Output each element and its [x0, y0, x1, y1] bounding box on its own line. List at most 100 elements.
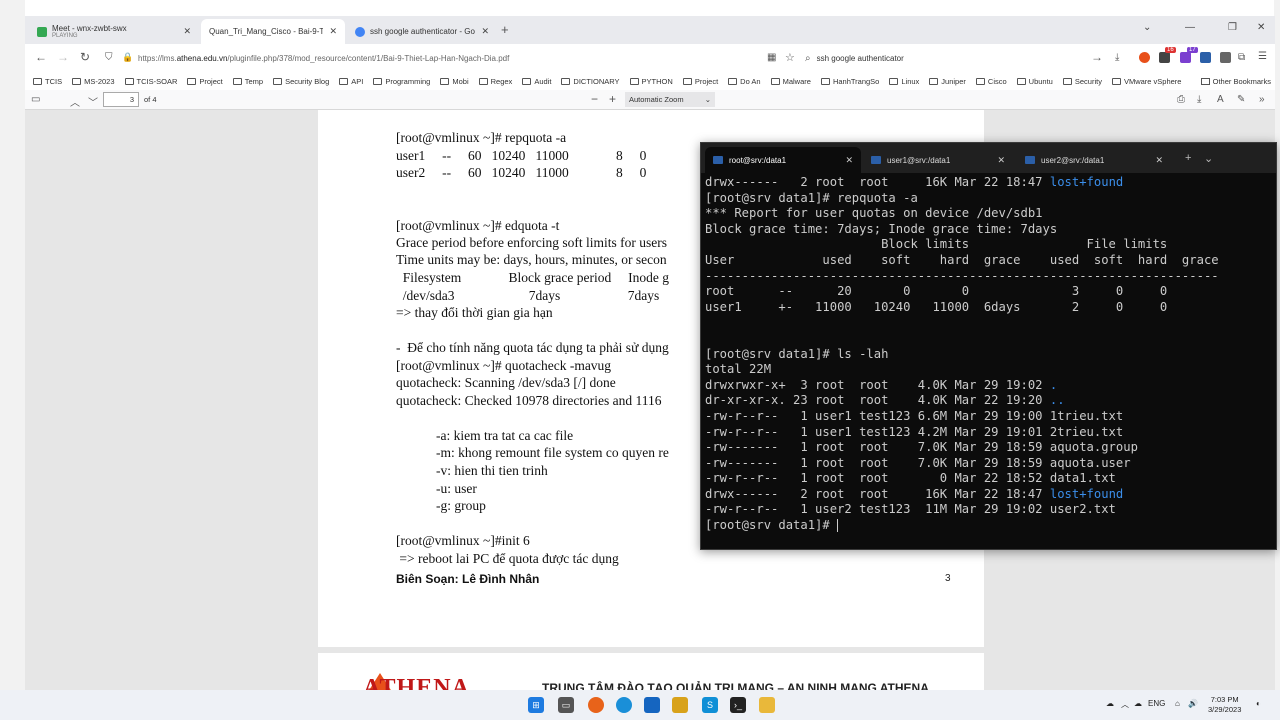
skype-icon[interactable]: S	[702, 697, 718, 713]
bookmark-item[interactable]: Linux	[889, 77, 919, 86]
bookmark-item[interactable]: Ubuntu	[1016, 77, 1053, 86]
close-icon[interactable]: ✕	[997, 155, 1005, 166]
search-input[interactable]: ⌕ ssh google authenticator	[805, 48, 1105, 68]
onedrive-icon[interactable]: ☁	[1134, 699, 1142, 708]
menu-icon[interactable]: ☰	[1258, 51, 1267, 62]
puzzle-icon[interactable]: ⧉	[1238, 52, 1245, 63]
forward-icon[interactable]: →	[57, 50, 69, 64]
chevron-up-icon[interactable]: ︿	[1121, 699, 1129, 710]
task-view-icon[interactable]: ▭	[558, 697, 574, 713]
bookmark-item[interactable]: Programming	[373, 77, 430, 86]
cloud-icon[interactable]: ☁	[1106, 699, 1114, 708]
print-icon[interactable]: ⎙	[1177, 94, 1185, 105]
bookmark-item[interactable]: TCIS	[33, 77, 62, 86]
bookmark-item[interactable]: DICTIONARY	[561, 77, 620, 86]
zoom-in-icon[interactable]: +	[609, 92, 616, 106]
more-tools-icon[interactable]: »	[1259, 94, 1265, 105]
minimize-icon[interactable]: —	[1185, 22, 1195, 33]
language-indicator[interactable]: ENG	[1148, 699, 1165, 708]
extension-icon[interactable]	[1200, 52, 1211, 63]
volume-icon[interactable]: 🔊	[1188, 699, 1198, 708]
next-page-icon[interactable]: ﹀	[88, 94, 98, 109]
other-bookmarks[interactable]: Other Bookmarks	[1200, 72, 1271, 90]
close-icon[interactable]: ✕	[183, 26, 191, 37]
bookmark-item[interactable]: HanhTrangSo	[820, 77, 879, 86]
download-icon[interactable]: ⤓	[1115, 52, 1119, 63]
terminal-tab[interactable]: user2@srv:/data1 ✕	[1017, 147, 1171, 173]
draw-icon[interactable]: ✎	[1237, 94, 1245, 105]
windows-start-icon[interactable]: ⊞	[528, 697, 544, 713]
restore-icon[interactable]: ❐	[1228, 22, 1237, 33]
bookmark-item[interactable]: Cisco	[975, 77, 1007, 86]
back-icon[interactable]: ←	[35, 50, 47, 64]
new-terminal-tab-button[interactable]: +	[1185, 152, 1191, 164]
save-icon[interactable]: ⤓	[1197, 94, 1201, 105]
clock-time: 7:03 PM	[1210, 695, 1239, 704]
close-window-icon[interactable]: ✕	[1257, 22, 1265, 33]
qr-icon[interactable]: ▦	[767, 52, 776, 63]
sidebar-toggle-icon[interactable]: ▭	[31, 94, 40, 105]
terminal-line: drwx------ 2 root root 16K Mar 22 18:47 …	[705, 175, 1124, 189]
extension-icon[interactable]	[1220, 52, 1231, 63]
bookmark-item[interactable]: VMware vSphere	[1111, 77, 1181, 86]
page-number-input[interactable]: 3	[103, 92, 139, 107]
network-icon[interactable]: ⌂	[1175, 699, 1180, 708]
extension-icon[interactable]	[1159, 52, 1170, 63]
bookmark-item[interactable]: Mobi	[440, 77, 469, 86]
bookmark-item[interactable]: MS-2023	[72, 77, 115, 86]
chevron-down-icon[interactable]: ⌄	[1204, 152, 1213, 165]
bookmark-item[interactable]: Juniper	[929, 77, 966, 86]
terminal-line: Block grace time: 7days; Inode grace tim…	[705, 221, 1058, 236]
bookmark-label: Other Bookmarks	[1212, 76, 1271, 86]
bookmark-item[interactable]: Temp	[232, 77, 263, 86]
bookmark-label: Juniper	[941, 76, 966, 86]
bookmark-item[interactable]: Malware	[770, 77, 811, 86]
extension-icon[interactable]	[1180, 52, 1191, 63]
tab-google[interactable]: ssh google authenticator - Goo ✕	[347, 19, 497, 44]
bookmark-label: Project	[694, 76, 719, 86]
bookmark-item[interactable]: Project	[187, 77, 223, 86]
tab-meet[interactable]: Meet - wnx-zwbt-swx PLAYING ✕	[29, 19, 199, 44]
files-icon[interactable]	[672, 697, 688, 713]
close-icon[interactable]: ✕	[329, 26, 337, 37]
bookmark-star-icon[interactable]: ☆	[785, 51, 795, 64]
terminal-window[interactable]: root@srv:/data1 ✕ user1@srv:/data1 ✕ use…	[700, 142, 1277, 550]
shield-icon[interactable]: ⛉	[105, 52, 113, 63]
bookmark-item[interactable]: API	[339, 77, 363, 86]
previous-page-icon[interactable]: ︿	[70, 94, 80, 109]
close-icon[interactable]: ✕	[481, 26, 489, 37]
bookmark-item[interactable]: Project	[682, 76, 719, 86]
bookmark-item[interactable]: Audit	[522, 77, 551, 86]
url-bar[interactable]: 🔒 https://lms. athena.edu.vn/pluginfile.p…	[120, 48, 760, 68]
extension-icon[interactable]	[1139, 52, 1150, 63]
thunderbird-icon[interactable]	[644, 697, 660, 713]
system-clock[interactable]: 7:03 PM 3/29/2023	[1208, 695, 1241, 715]
terminal-output[interactable]: drwx------ 2 root root 16K Mar 22 18:47 …	[705, 175, 1273, 547]
edge-icon[interactable]	[616, 697, 632, 713]
zoom-out-icon[interactable]: −	[591, 92, 598, 106]
reload-icon[interactable]: ↻	[80, 50, 90, 64]
folder-icon[interactable]	[759, 697, 775, 713]
bookmark-item[interactable]: Security Blog	[273, 77, 329, 86]
bookmark-item[interactable]: TCIS-SOAR	[124, 77, 177, 86]
bookmark-item[interactable]: PYTHON	[629, 77, 673, 86]
firefox-icon[interactable]	[588, 697, 604, 713]
zoom-select[interactable]: Automatic Zoom ⌄	[625, 92, 715, 107]
go-arrow-icon[interactable]: →	[1091, 50, 1103, 64]
text-tool-icon[interactable]: A	[1217, 94, 1224, 105]
terminal-icon[interactable]: ›_	[730, 697, 746, 713]
folder-icon	[975, 77, 985, 85]
close-icon[interactable]: ✕	[1155, 155, 1163, 166]
terminal-prompt-line[interactable]: [root@srv data1]#	[705, 518, 1273, 534]
terminal-line: -rw-r--r-- 1 user1 test123 4.2M Mar 29 1…	[705, 424, 1124, 439]
bookmark-item[interactable]: Security	[1062, 77, 1102, 86]
bookmark-item[interactable]: Do An	[728, 77, 761, 86]
terminal-tab[interactable]: root@srv:/data1 ✕	[705, 147, 861, 173]
chevron-down-icon[interactable]: ⌄	[1143, 22, 1151, 33]
new-tab-button[interactable]: +	[501, 22, 509, 37]
notification-icon[interactable]: ◐	[1256, 699, 1261, 708]
close-icon[interactable]: ✕	[845, 155, 853, 166]
tab-pdf[interactable]: Quan_Tri_Mang_Cisco - Bai-9-Thiet ✕	[201, 19, 345, 44]
terminal-tab[interactable]: user1@srv:/data1 ✕	[863, 147, 1013, 173]
bookmark-item[interactable]: Regex	[478, 77, 512, 86]
